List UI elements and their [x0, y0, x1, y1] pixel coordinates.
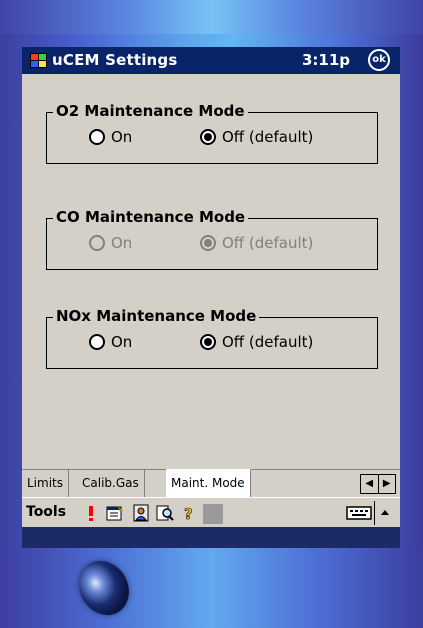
windows-start-icon[interactable]	[29, 52, 48, 69]
tab-calib-gas[interactable]: Calib.Gas	[77, 470, 145, 497]
co-on-radio: On	[89, 233, 132, 253]
exclamation-icon[interactable]	[82, 504, 100, 522]
nox-on-label: On	[111, 333, 133, 351]
toolbar-divider	[374, 501, 375, 525]
title-bar: uCEM Settings 3:11p ok	[22, 47, 400, 74]
blank-icon[interactable]	[203, 504, 223, 524]
nox-off-radio[interactable]: Off (default)	[200, 332, 313, 352]
window-title: uCEM Settings	[52, 51, 178, 69]
tab-maint-mode[interactable]: Maint. Mode	[166, 469, 251, 497]
device-bottom-bezel	[0, 548, 423, 628]
ok-button[interactable]: ok	[368, 49, 390, 71]
scroll-right-icon[interactable]: ▶	[379, 475, 396, 493]
clock[interactable]: 3:11p	[302, 51, 350, 69]
o2-off-label: Off (default)	[222, 128, 314, 146]
tools-menu[interactable]: Tools	[26, 504, 66, 520]
o2-maintenance-group: O2 Maintenance Mode On Off (default)	[46, 102, 378, 164]
nox-group-label: NOx Maintenance Mode	[53, 307, 260, 325]
co-off-radio: Off (default)	[200, 233, 313, 253]
co-group-label: CO Maintenance Mode	[53, 208, 249, 226]
nox-maintenance-group: NOx Maintenance Mode On Off (default)	[46, 307, 378, 369]
tab-limits[interactable]: Limits	[22, 470, 69, 497]
o2-on-radio[interactable]: On	[89, 127, 132, 147]
radio-circle-icon	[89, 129, 105, 145]
o2-on-label: On	[111, 128, 133, 146]
svg-text:?: ?	[184, 505, 193, 522]
co-on-label: On	[111, 234, 133, 252]
radio-selected-icon	[200, 129, 216, 145]
radio-selected-icon	[200, 334, 216, 350]
screen-bottom-edge	[22, 527, 400, 548]
co-maintenance-group: CO Maintenance Mode On Off (default)	[46, 208, 378, 270]
properties-icon[interactable]	[106, 504, 124, 522]
help-icon[interactable]: ?	[180, 504, 198, 522]
tab-strip: Limits Calib.Gas Maint. Mode ◀ ▶	[22, 469, 400, 497]
keyboard-icon[interactable]	[346, 504, 372, 522]
co-off-label: Off (default)	[222, 234, 314, 252]
device-screen: uCEM Settings 3:11p ok O2 Maintenance Mo…	[22, 47, 400, 548]
find-icon[interactable]	[156, 504, 174, 522]
nox-off-label: Off (default)	[222, 333, 314, 351]
tab-scroll-arrows: ◀ ▶	[360, 474, 396, 494]
radio-selected-icon	[200, 235, 216, 251]
radio-circle-icon	[89, 235, 105, 251]
scroll-left-icon[interactable]: ◀	[361, 475, 379, 493]
user-icon[interactable]	[132, 504, 150, 522]
o2-off-radio[interactable]: Off (default)	[200, 127, 313, 147]
nox-on-radio[interactable]: On	[89, 332, 132, 352]
device-top-bezel	[0, 0, 423, 34]
command-bar: Tools ?	[22, 497, 400, 527]
radio-circle-icon	[89, 334, 105, 350]
up-arrow-icon[interactable]	[378, 504, 392, 522]
o2-group-label: O2 Maintenance Mode	[53, 102, 248, 120]
